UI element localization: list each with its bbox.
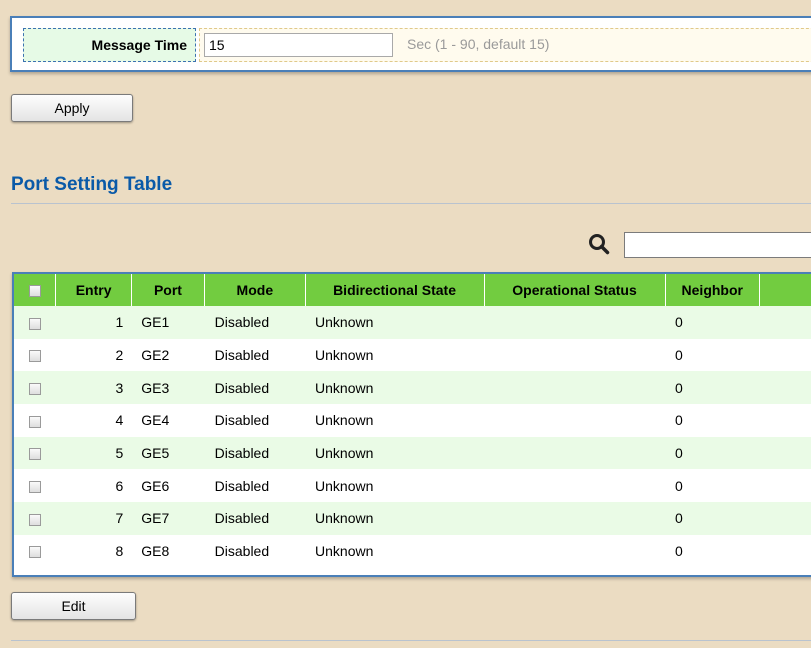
table-row[interactable]: 4 GE4 Disabled Unknown 0 <box>14 404 811 437</box>
entry-cell: 5 <box>55 436 132 470</box>
table-header-row: Entry Port Mode Bidirectional State Oper… <box>14 274 811 306</box>
neighbor-cell: 0 <box>665 306 760 339</box>
bidirectional-state-cell: Unknown <box>305 534 485 568</box>
operational-status-cell <box>484 436 666 470</box>
mode-cell: Disabled <box>204 502 306 535</box>
mode-cell: Disabled <box>204 469 306 503</box>
row-checkbox[interactable] <box>28 317 41 330</box>
message-time-label: Message Time <box>23 28 196 62</box>
table-row[interactable]: 6 GE6 Disabled Unknown 0 <box>14 469 811 503</box>
row-checkbox[interactable] <box>28 415 41 428</box>
bidirectional-state-cell: Unknown <box>305 404 485 437</box>
column-header-operational-status[interactable]: Operational Status <box>484 274 666 306</box>
entry-cell: 8 <box>55 534 132 568</box>
apply-button[interactable]: Apply <box>11 94 133 122</box>
port-cell: GE1 <box>131 306 205 339</box>
message-time-input[interactable] <box>204 33 393 57</box>
column-header-filler <box>759 274 811 306</box>
entry-cell: 3 <box>55 371 132 405</box>
operational-status-cell <box>484 306 666 339</box>
row-checkbox[interactable] <box>28 383 41 396</box>
column-header-entry[interactable]: Entry <box>55 274 132 306</box>
message-time-panel: Message Time Sec (1 - 90, default 15) <box>10 16 811 72</box>
section-divider <box>11 203 811 204</box>
neighbor-cell: 0 <box>665 436 760 470</box>
operational-status-cell <box>484 404 666 437</box>
edit-button[interactable]: Edit <box>11 592 136 620</box>
search-input[interactable] <box>624 232 811 258</box>
row-checkbox[interactable] <box>28 546 41 559</box>
entry-cell: 2 <box>55 338 132 372</box>
row-checkbox[interactable] <box>28 513 41 526</box>
mode-cell: Disabled <box>204 534 306 568</box>
bidirectional-state-cell: Unknown <box>305 371 485 405</box>
neighbor-cell: 0 <box>665 502 760 535</box>
mode-cell: Disabled <box>204 338 306 372</box>
port-cell: GE4 <box>131 404 205 437</box>
bidirectional-state-cell: Unknown <box>305 306 485 339</box>
table-row[interactable]: 3 GE3 Disabled Unknown 0 <box>14 371 811 405</box>
mode-cell: Disabled <box>204 404 306 437</box>
column-header-bidirectional-state[interactable]: Bidirectional State <box>305 274 485 306</box>
column-header-neighbor[interactable]: Neighbor <box>665 274 760 306</box>
column-header-mode[interactable]: Mode <box>204 274 306 306</box>
row-checkbox[interactable] <box>28 350 41 363</box>
neighbor-cell: 0 <box>665 338 760 372</box>
port-cell: GE8 <box>131 534 205 568</box>
neighbor-cell: 0 <box>665 469 760 503</box>
bidirectional-state-cell: Unknown <box>305 436 485 470</box>
table-row[interactable]: 8 GE8 Disabled Unknown 0 <box>14 534 811 568</box>
neighbor-cell: 0 <box>665 371 760 405</box>
bidirectional-state-cell: Unknown <box>305 502 485 535</box>
select-all-header[interactable] <box>14 274 57 306</box>
mode-cell: Disabled <box>204 436 306 470</box>
operational-status-cell <box>484 371 666 405</box>
table-row[interactable]: 5 GE5 Disabled Unknown 0 <box>14 436 811 470</box>
bidirectional-state-cell: Unknown <box>305 338 485 372</box>
neighbor-cell: 0 <box>665 534 760 568</box>
table-row[interactable]: 2 GE2 Disabled Unknown 0 <box>14 338 811 372</box>
row-checkbox[interactable] <box>28 481 41 494</box>
port-cell: GE7 <box>131 502 205 535</box>
port-cell: GE6 <box>131 469 205 503</box>
message-time-hint: Sec (1 - 90, default 15) <box>407 36 550 52</box>
table-row[interactable]: 1 GE1 Disabled Unknown 0 <box>14 306 811 339</box>
port-setting-table: Entry Port Mode Bidirectional State Oper… <box>12 272 811 577</box>
port-cell: GE3 <box>131 371 205 405</box>
operational-status-cell <box>484 502 666 535</box>
operational-status-cell <box>484 534 666 568</box>
message-time-value-cell: Sec (1 - 90, default 15) <box>199 28 811 62</box>
operational-status-cell <box>484 338 666 372</box>
entry-cell: 7 <box>55 502 132 535</box>
bidirectional-state-cell: Unknown <box>305 469 485 503</box>
row-checkbox[interactable] <box>28 448 41 461</box>
port-cell: GE2 <box>131 338 205 372</box>
operational-status-cell <box>484 469 666 503</box>
port-setting-table-title: Port Setting Table <box>11 174 173 195</box>
column-header-port[interactable]: Port <box>131 274 206 306</box>
entry-cell: 6 <box>55 469 132 503</box>
mode-cell: Disabled <box>204 306 306 339</box>
entry-cell: 4 <box>55 404 132 437</box>
port-cell: GE5 <box>131 436 205 470</box>
table-row[interactable]: 7 GE7 Disabled Unknown 0 <box>14 502 811 535</box>
bottom-divider <box>11 640 811 641</box>
select-all-checkbox[interactable] <box>28 285 41 298</box>
neighbor-cell: 0 <box>665 404 760 437</box>
search-icon[interactable] <box>588 233 610 255</box>
entry-cell: 1 <box>55 306 132 339</box>
mode-cell: Disabled <box>204 371 306 405</box>
